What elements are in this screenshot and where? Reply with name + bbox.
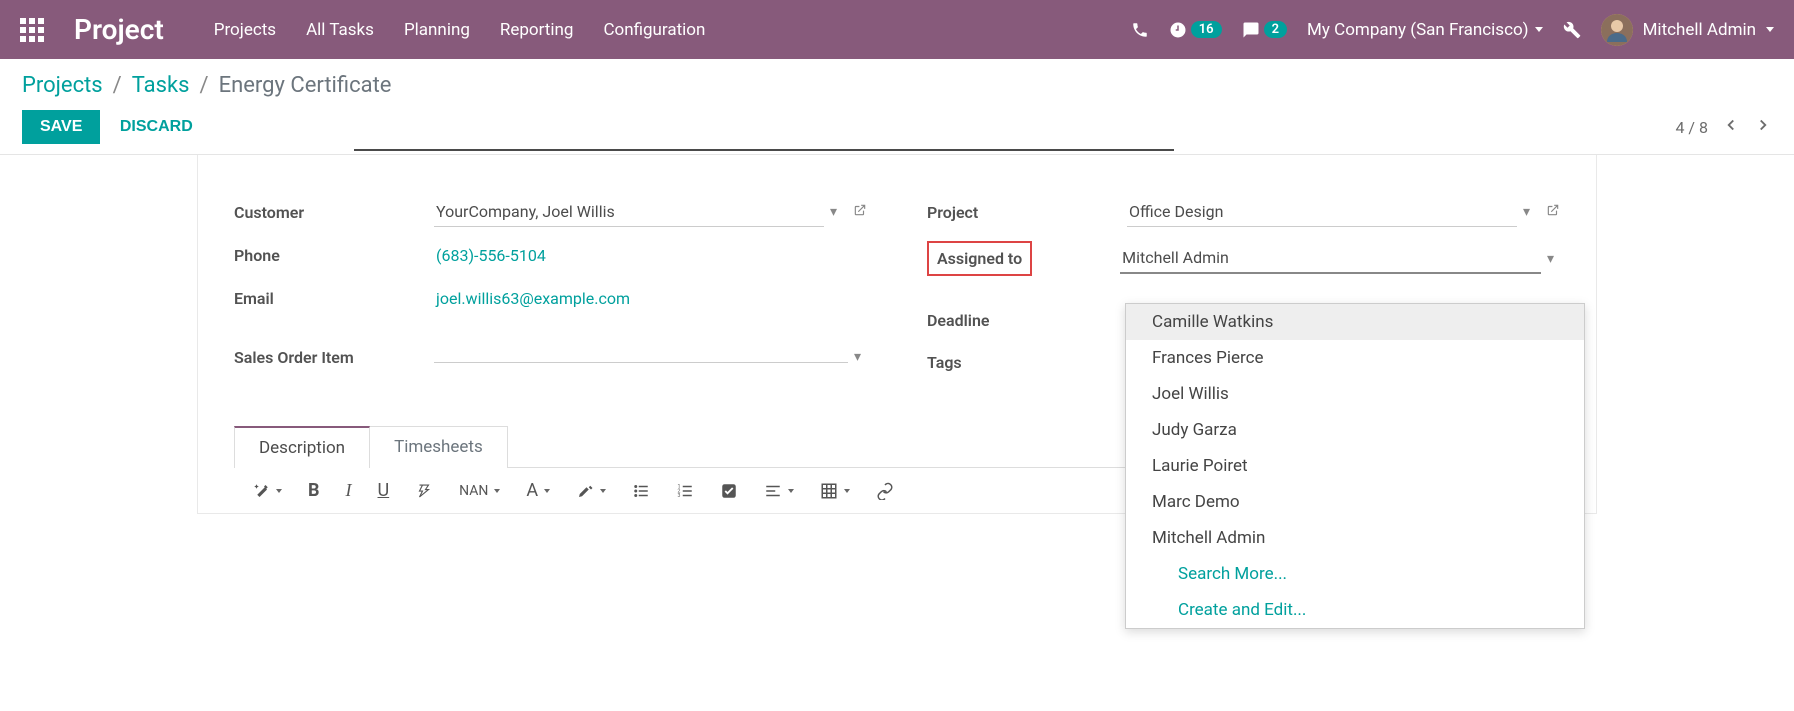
dropdown-option[interactable]: Marc Demo [1126,484,1584,520]
dropdown-option[interactable]: Joel Willis [1126,376,1584,412]
nav-menu: Projects All Tasks Planning Reporting Co… [214,20,706,40]
external-link-icon[interactable] [853,203,867,221]
activity-badge: 16 [1191,21,1222,38]
highlight-icon[interactable] [576,482,606,500]
nav-projects[interactable]: Projects [214,20,276,40]
assigned-dropdown: Camille Watkins Frances Pierce Joel Will… [1125,303,1585,629]
customer-input[interactable]: YourCompany, Joel Willis [434,197,824,227]
breadcrumb: Projects / Tasks / Energy Certificate [22,73,1772,98]
breadcrumb-sep: / [200,73,209,98]
pager-next-icon[interactable] [1754,116,1772,138]
company-name: My Company (San Francisco) [1307,20,1529,40]
dropdown-option[interactable]: Laurie Poiret [1126,448,1584,484]
ul-icon[interactable] [632,482,650,500]
chevron-down-icon[interactable]: ▾ [848,349,867,365]
tab-timesheets[interactable]: Timesheets [369,426,508,468]
font-color-icon[interactable]: A [526,480,550,501]
topbar: Project Projects All Tasks Planning Repo… [0,0,1794,59]
ol-icon[interactable]: 123 [676,482,694,500]
avatar [1601,14,1633,46]
dropdown-option[interactable]: Mitchell Admin [1126,520,1584,556]
phone-icon[interactable] [1131,21,1149,39]
phone-label: Phone [234,246,434,265]
message-badge: 2 [1264,21,1287,38]
pager: 4 / 8 [1675,116,1772,138]
apps-icon[interactable] [20,18,44,42]
company-selector[interactable]: My Company (San Francisco) [1307,20,1543,40]
assigned-to-label: Assigned to [927,241,1032,276]
dropdown-search-more[interactable]: Search More... [1126,556,1584,592]
brand-title[interactable]: Project [74,13,164,46]
italic-icon[interactable]: I [346,480,352,501]
checklist-icon[interactable] [720,482,738,500]
project-input[interactable]: Office Design [1127,197,1517,227]
external-link-icon[interactable] [1546,203,1560,221]
email-label: Email [234,289,434,308]
customer-label: Customer [234,203,434,222]
chevron-down-icon [1535,27,1543,32]
activity-icon[interactable]: 16 [1169,21,1222,39]
breadcrumb-sep: / [113,73,122,98]
deadline-label: Deadline [927,311,1127,330]
bold-icon[interactable]: B [308,480,320,501]
nav-configuration[interactable]: Configuration [603,20,705,40]
tab-description[interactable]: Description [234,426,370,468]
chevron-down-icon [1766,27,1774,32]
nav-reporting[interactable]: Reporting [500,20,574,40]
phone-value[interactable]: (683)-556-5104 [434,241,867,270]
link-icon[interactable] [876,482,894,500]
control-panel: Projects / Tasks / Energy Certificate SA… [0,59,1794,155]
dropdown-option[interactable]: Frances Pierce [1126,340,1584,376]
dropdown-option[interactable]: Judy Garza [1126,412,1584,448]
breadcrumb-current: Energy Certificate [219,73,392,98]
user-menu[interactable]: Mitchell Admin [1601,14,1774,46]
topbar-right: 16 2 My Company (San Francisco) Mitchell… [1131,14,1774,46]
right-column: Project Office Design ▾ Assigned to Mitc… [927,197,1560,390]
breadcrumb-tasks[interactable]: Tasks [132,73,190,98]
project-label: Project [927,203,1127,222]
breadcrumb-projects[interactable]: Projects [22,73,103,98]
email-value[interactable]: joel.willis63@example.com [434,284,867,313]
so-item-label: Sales Order Item [234,348,434,367]
svg-text:3: 3 [678,493,681,499]
dropdown-create-edit[interactable]: Create and Edit... [1126,592,1584,628]
form-sheet: Customer YourCompany, Joel Willis ▾ Phon… [197,155,1597,514]
chevron-down-icon[interactable]: ▾ [1517,204,1536,220]
dropdown-option[interactable]: Camille Watkins [1126,304,1584,340]
pager-text: 4 / 8 [1675,118,1708,137]
messaging-icon[interactable]: 2 [1242,21,1287,39]
save-button[interactable]: SAVE [22,110,100,144]
nav-all-tasks[interactable]: All Tasks [306,20,374,40]
so-item-input[interactable] [434,352,848,363]
table-icon[interactable] [820,482,850,500]
chevron-down-icon[interactable]: ▾ [1541,251,1560,267]
assigned-to-input[interactable]: Mitchell Admin [1120,243,1541,274]
tags-label: Tags [927,353,1127,372]
strikethrough-icon[interactable] [415,482,433,500]
left-column: Customer YourCompany, Joel Willis ▾ Phon… [234,197,867,390]
magic-icon[interactable] [252,482,282,500]
discard-button[interactable]: DISCARD [120,118,193,136]
user-name: Mitchell Admin [1643,20,1756,40]
nav-planning[interactable]: Planning [404,20,470,40]
debug-icon[interactable] [1563,21,1581,39]
pager-prev-icon[interactable] [1722,116,1740,138]
chevron-down-icon[interactable]: ▾ [824,204,843,220]
underline-icon[interactable]: U [378,480,390,501]
size-selector[interactable]: NAN [459,483,500,499]
align-icon[interactable] [764,482,794,500]
